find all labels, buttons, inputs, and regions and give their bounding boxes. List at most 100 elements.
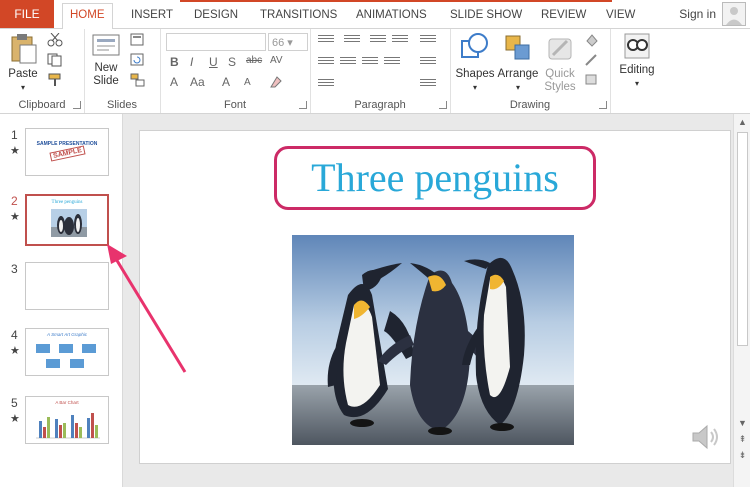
arrange-dropdown-icon[interactable]: ▾ <box>496 81 540 94</box>
editing-group: Editing ▾ <box>610 29 664 113</box>
thumbnail-animation-star-4: ★ <box>10 345 20 357</box>
slide-title-placeholder[interactable]: Three penguins <box>274 146 596 210</box>
editing-icon <box>624 33 650 59</box>
character-spacing-button[interactable]: AV <box>270 55 283 66</box>
thumbnail-animation-star-1: ★ <box>10 145 20 157</box>
penguins-picture[interactable] <box>292 235 574 445</box>
decrease-indent-icon[interactable] <box>370 33 386 47</box>
underline-button[interactable]: U <box>209 55 218 69</box>
thumbnail-animation-star-2: ★ <box>10 211 20 223</box>
quick-styles-label-line1: Quick <box>545 68 575 80</box>
text-direction-icon[interactable] <box>420 33 436 47</box>
drawing-dialog-launcher[interactable] <box>599 101 607 109</box>
shadow-button[interactable]: S <box>228 55 236 69</box>
thumbnail-number-2: 2 <box>11 194 18 208</box>
font-size-combo[interactable]: 66 ▾ <box>268 33 308 51</box>
thumbnail-4-box <box>70 359 84 368</box>
tab-home[interactable]: HOME <box>62 3 113 30</box>
line-spacing-icon[interactable] <box>392 33 408 47</box>
scrollbar-thumb[interactable] <box>737 132 748 346</box>
numbering-icon[interactable] <box>344 33 360 47</box>
tab-insert[interactable]: INSERT <box>131 4 173 28</box>
shape-outline-icon[interactable] <box>584 53 600 67</box>
shape-fill-icon[interactable] <box>584 33 600 47</box>
editing-button[interactable]: Editing ▾ <box>616 31 658 90</box>
slide-title[interactable]: Three penguins <box>311 155 559 200</box>
shapes-button[interactable]: Shapes ▾ <box>454 31 496 94</box>
shape-effects-icon[interactable] <box>584 73 600 87</box>
strikethrough-button[interactable]: abc <box>246 55 262 66</box>
align-left-icon[interactable] <box>318 55 334 69</box>
slide-thumbnail-4[interactable]: A Smart Art Graphic <box>25 328 109 376</box>
copy-icon[interactable] <box>47 53 63 67</box>
ribbon: Paste ▾ Clipboard New Slide Slides 66 ▾ … <box>0 29 750 114</box>
clear-formatting-icon[interactable] <box>268 75 284 89</box>
columns-icon[interactable] <box>318 77 334 91</box>
paste-icon <box>11 34 37 64</box>
font-color-button[interactable]: A <box>170 75 178 89</box>
previous-slide-button[interactable]: ⇞ <box>737 434 748 445</box>
arrange-button[interactable]: Arrange ▾ <box>496 31 540 94</box>
bold-button[interactable]: B <box>170 55 179 69</box>
audio-icon[interactable] <box>689 422 721 452</box>
smartart-icon[interactable] <box>420 77 436 91</box>
paste-dropdown-icon[interactable]: ▾ <box>6 81 40 94</box>
sign-in-link[interactable]: Sign in <box>679 7 716 21</box>
tab-design[interactable]: DESIGN <box>194 4 238 28</box>
next-slide-button[interactable]: ⇟ <box>737 450 748 461</box>
align-text-icon[interactable] <box>420 55 436 69</box>
cut-icon[interactable] <box>47 33 63 47</box>
slide-thumbnail-5[interactable]: A Bar Chart <box>25 396 109 444</box>
layout-icon[interactable] <box>130 33 146 47</box>
font-dialog-launcher[interactable] <box>299 101 307 109</box>
tab-slide-show[interactable]: SLIDE SHOW <box>450 4 522 28</box>
grow-font-button[interactable]: A <box>222 75 230 89</box>
align-right-icon[interactable] <box>362 55 378 69</box>
penguins-image <box>292 235 574 445</box>
font-group-label: Font <box>223 99 246 111</box>
slide-thumbnail-1[interactable]: SAMPLE PRESENTATION SAMPLE <box>25 128 109 176</box>
italic-button[interactable]: I <box>190 55 193 69</box>
shrink-font-button[interactable]: A <box>244 77 251 88</box>
scroll-down-button[interactable]: ▼ <box>737 418 748 429</box>
paste-button[interactable]: Paste ▾ <box>6 33 40 94</box>
clipboard-dialog-launcher[interactable] <box>73 101 81 109</box>
change-case-button[interactable]: Aa <box>190 75 205 89</box>
tab-view[interactable]: VIEW <box>606 4 635 28</box>
thumbnail-number-4: 4 <box>11 328 18 342</box>
thumbnail-4-box <box>46 359 60 368</box>
arrange-icon <box>505 35 530 60</box>
thumbnail-1-title: SAMPLE PRESENTATION <box>36 141 98 147</box>
tab-review[interactable]: REVIEW <box>541 4 586 28</box>
thumbnail-animation-star-5: ★ <box>10 413 20 425</box>
tab-file[interactable]: FILE <box>0 0 54 28</box>
slide-thumbnail-3[interactable] <box>25 262 109 310</box>
slides-group: New Slide Slides <box>84 29 161 113</box>
shapes-dropdown-icon[interactable]: ▾ <box>454 81 496 94</box>
editing-dropdown-icon[interactable]: ▾ <box>616 77 658 90</box>
paragraph-group-label: Paragraph <box>354 99 406 111</box>
paragraph-dialog-launcher[interactable] <box>439 101 447 109</box>
format-painter-icon[interactable] <box>47 73 63 87</box>
slides-group-label: Slides <box>107 99 137 111</box>
tab-transitions[interactable]: TRANSITIONS <box>260 4 337 28</box>
justify-icon[interactable] <box>384 55 400 69</box>
quick-styles-button[interactable]: Quick Styles <box>540 31 580 94</box>
font-name-combo[interactable] <box>166 33 266 51</box>
slide-thumbnail-2[interactable]: Three penguins <box>25 194 109 246</box>
reset-icon[interactable] <box>130 53 146 67</box>
slide-scrollbar[interactable]: ▲ ▼ ⇞ ⇟ <box>733 114 750 487</box>
scroll-up-button[interactable]: ▲ <box>737 117 748 128</box>
align-center-icon[interactable] <box>340 55 356 69</box>
current-slide[interactable]: Three penguins <box>139 130 731 464</box>
section-icon[interactable] <box>130 73 146 87</box>
slide-editing-area: Three penguins <box>107 114 733 487</box>
shapes-icon <box>461 33 488 58</box>
new-slide-label-line1: New <box>94 62 118 74</box>
thumbnail-5-title: A Bar Chart <box>55 400 79 405</box>
bullets-icon[interactable] <box>318 33 334 47</box>
new-slide-button[interactable]: New Slide <box>86 31 126 88</box>
user-icon[interactable] <box>722 2 746 26</box>
tab-animations[interactable]: ANIMATIONS <box>356 4 427 28</box>
thumbnail-1-stamp: SAMPLE <box>49 145 86 162</box>
